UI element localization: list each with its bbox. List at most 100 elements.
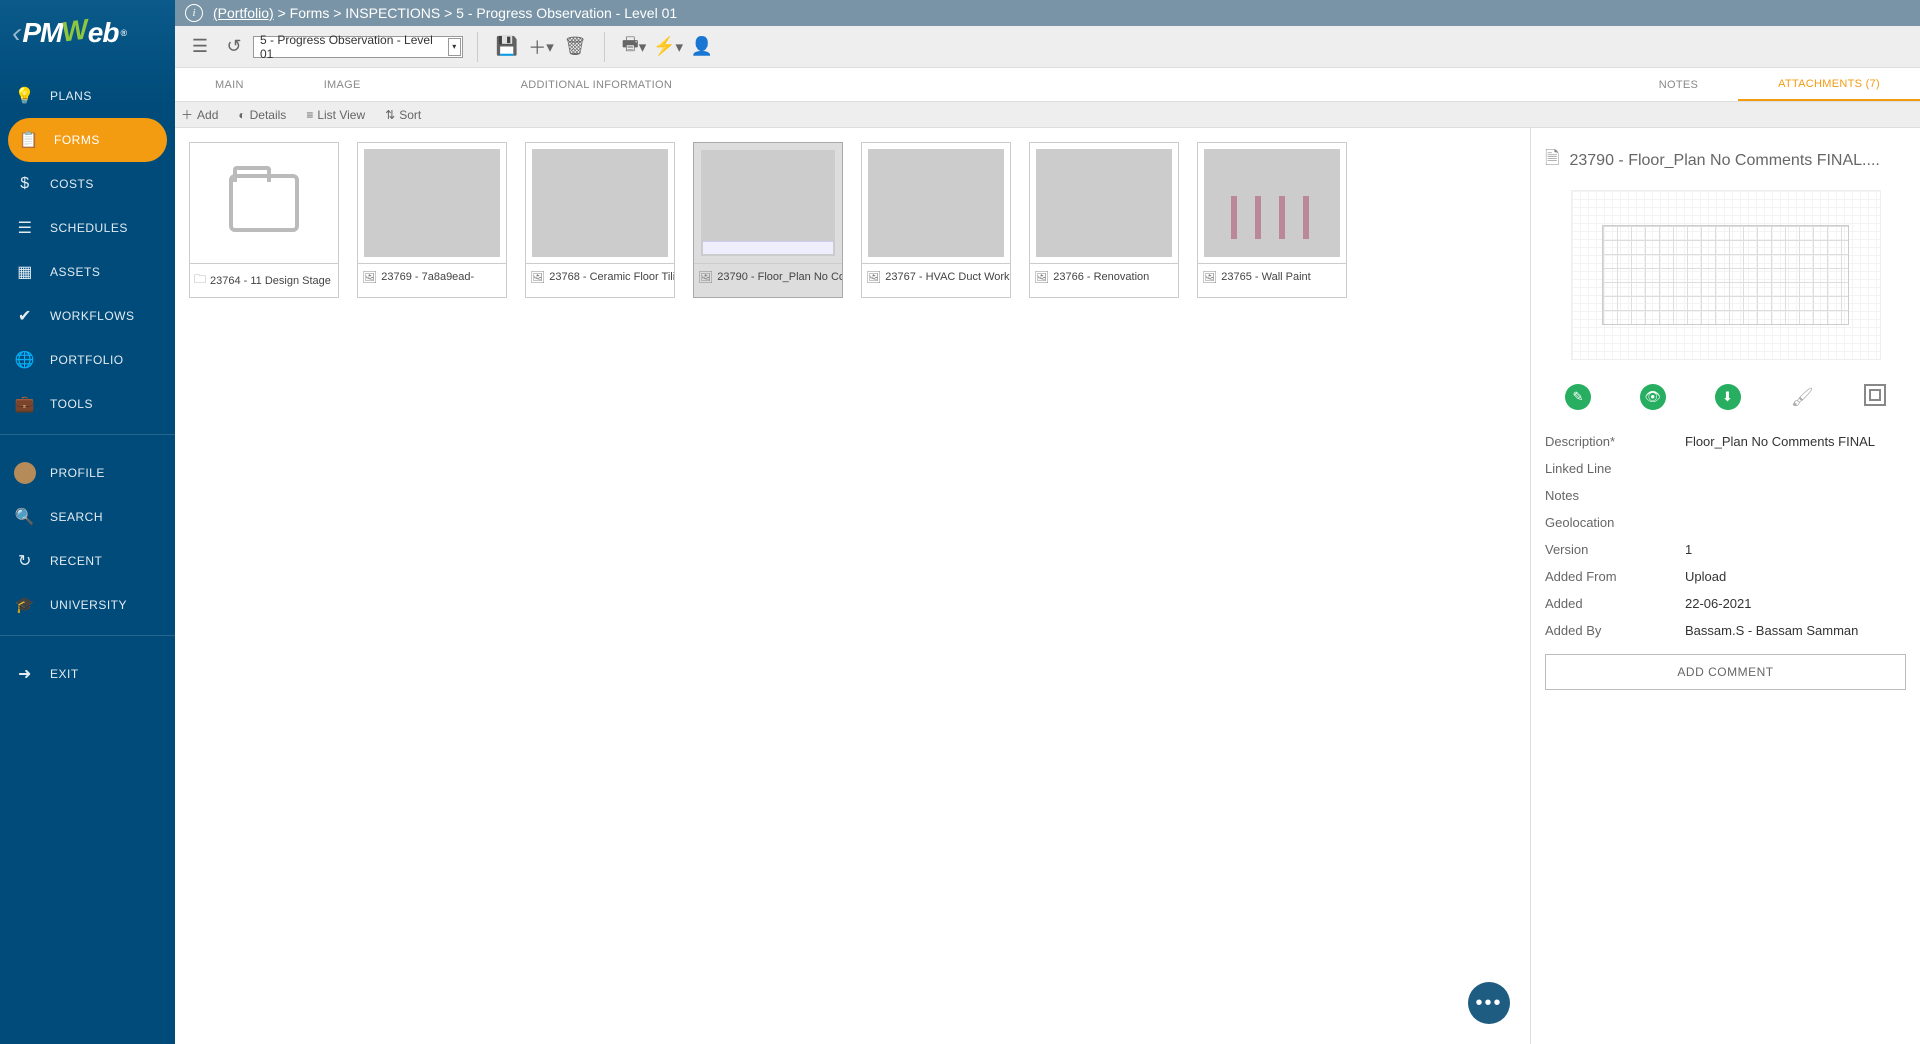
description-label: Description* [1545,434,1685,449]
add-button[interactable]: ＋▾ [526,32,556,62]
tab-notes[interactable]: NOTES [1619,68,1738,101]
plus-icon: ＋ [181,106,193,123]
added-value: 22-06-2021 [1685,596,1906,611]
list-icon: ≡ [306,108,313,122]
sidebar-item-plans[interactable]: 💡PLANS [0,74,175,118]
attachment-label: 23764 - 11 Design Stage [210,275,331,287]
attachment-label: 23790 - Floor_Plan No Com... [717,271,842,283]
added-from-label: Added From [1545,569,1685,584]
sidebar-item-assets[interactable]: ▦ASSETS [0,250,175,294]
tab-additional-information[interactable]: ADDITIONAL INFORMATION [401,68,792,101]
tab-main[interactable]: MAIN [175,68,284,101]
details-toggle[interactable]: ◐Details [238,108,286,122]
clipboard-icon: 📋 [18,130,40,150]
briefcase-icon: 💼 [14,394,36,414]
sidebar-item-forms[interactable]: 📋FORMS [8,118,167,162]
description-value: Floor_Plan No Comments FINAL [1685,434,1906,449]
attachment-title: 23790 - Floor_Plan No Comments FINAL.... [1569,152,1879,170]
image-icon: 🖼 [1034,270,1049,284]
breadcrumb-portfolio[interactable]: (Portfolio) [213,5,274,21]
folder-icon [229,174,299,232]
version-label: Version [1545,542,1685,557]
view-button[interactable]: 👁 [1640,384,1666,410]
thumbnail-image [1036,149,1172,257]
geolocation-value [1685,515,1906,530]
delete-button[interactable]: 🗑 [560,32,590,62]
tab-strip: MAIN IMAGE ADDITIONAL INFORMATION NOTES … [175,68,1920,102]
tab-image[interactable]: IMAGE [284,68,401,101]
geolocation-label: Geolocation [1545,515,1685,530]
history-button[interactable]: ↺ [219,32,249,62]
attachment-preview[interactable] [1571,190,1881,360]
attachment-card[interactable]: 🖼 23765 - Wall Paint [1197,142,1347,298]
attachment-card[interactable]: 🗀 23764 - 11 Design Stage [189,142,339,298]
thumbnail-image [700,149,836,257]
attachment-card[interactable]: 🖼 23769 - 7a8a9ead- [357,142,507,298]
sidebar-item-profile[interactable]: PROFILE [0,451,175,495]
attachment-gallery: 🗀 23764 - 11 Design Stage 🖼 23769 - 7a8a9e… [175,128,1530,1044]
user-button[interactable]: 👤 [687,32,717,62]
linked-line-label: Linked Line [1545,461,1685,476]
thumbnail-image [364,149,500,257]
brush-button[interactable]: 🖌 [1789,384,1815,410]
attachments-toolbar: ＋Add ◐Details ≡List View ⇅Sort [175,102,1920,128]
sidebar-item-search[interactable]: 🔍SEARCH [0,495,175,539]
history-icon: ↻ [14,551,36,571]
check-icon: ✔ [14,306,36,326]
tab-attachments[interactable]: ATTACHMENTS (7) [1738,68,1920,101]
bars-icon: ☰ [14,218,36,238]
image-icon: 🖼 [698,270,713,284]
pdf-icon: 🗎 [1545,146,1559,176]
add-attachment-button[interactable]: ＋Add [181,106,218,123]
attachment-card[interactable]: ✓ 🖼23790 - Floor_Plan No Com... [693,142,843,298]
chevron-down-icon: ▾ [448,38,461,56]
thumbnail-image [532,149,668,257]
crop-button[interactable] [1864,384,1886,406]
list-view-button[interactable]: ≡List View [306,108,365,122]
linked-line-value [1685,461,1906,476]
attachment-label: 23767 - HVAC Duct Work [885,271,1009,283]
list-toggle-button[interactable]: ☰ [185,32,215,62]
add-comment-button[interactable]: ADD COMMENT [1545,654,1906,690]
sidebar: ‹PMWeb® 💡PLANS 📋FORMS $COSTS ☰SCHEDULES … [0,0,175,1044]
sidebar-item-portfolio[interactable]: 🌐PORTFOLIO [0,338,175,382]
added-by-value: Bassam.S - Bassam Samman [1685,623,1906,638]
calculator-icon: ▦ [14,262,36,282]
save-button[interactable]: 💾 [492,32,522,62]
action-button[interactable]: ⚡▾ [653,32,683,62]
attachment-label: 23768 - Ceramic Floor Tiling [549,271,674,283]
folder-small-icon: 🗀 [194,270,206,291]
attachment-label: 23769 - 7a8a9ead- [381,271,474,283]
attachment-card[interactable]: 🖼23766 - Renovation [1029,142,1179,298]
sidebar-item-workflows[interactable]: ✔WORKFLOWS [0,294,175,338]
notes-value [1685,488,1906,503]
sidebar-item-tools[interactable]: 💼TOOLS [0,382,175,426]
sidebar-item-schedules[interactable]: ☰SCHEDULES [0,206,175,250]
sidebar-item-recent[interactable]: ↻RECENT [0,539,175,583]
attachment-label: 23765 - Wall Paint [1221,271,1310,283]
record-selector-dropdown[interactable]: 5 - Progress Observation - Level 01 ▾ [253,36,463,58]
breadcrumb-inspections[interactable]: INSPECTIONS [345,5,440,21]
breadcrumb: i (Portfolio) > Forms > INSPECTIONS > 5 … [175,0,1920,26]
breadcrumb-forms[interactable]: Forms [290,5,330,21]
fab-button[interactable]: ••• [1468,982,1510,1024]
print-button[interactable]: 🖶▾ [619,32,649,62]
download-button[interactable]: ⬇ [1715,384,1741,410]
graduation-icon: 🎓 [14,595,36,615]
sidebar-item-exit[interactable]: ➜EXIT [0,652,175,696]
sort-button[interactable]: ⇅Sort [385,108,421,122]
sidebar-item-university[interactable]: 🎓UNIVERSITY [0,583,175,627]
notes-label: Notes [1545,488,1685,503]
sidebar-item-costs[interactable]: $COSTS [0,162,175,206]
attachment-details-panel: 🗎 23790 - Floor_Plan No Comments FINAL...… [1530,128,1920,1044]
added-label: Added [1545,596,1685,611]
attachment-card[interactable]: 🖼23768 - Ceramic Floor Tiling [525,142,675,298]
info-icon[interactable]: i [185,4,203,22]
edit-button[interactable]: ✎ [1565,384,1591,410]
image-icon: 🖼 [1202,270,1217,284]
image-icon: 🖼 [362,270,377,284]
attachment-card[interactable]: 🖼23767 - HVAC Duct Work [861,142,1011,298]
dollar-icon: $ [14,175,36,193]
toggle-icon: ◐ [238,108,245,122]
added-from-value: Upload [1685,569,1906,584]
